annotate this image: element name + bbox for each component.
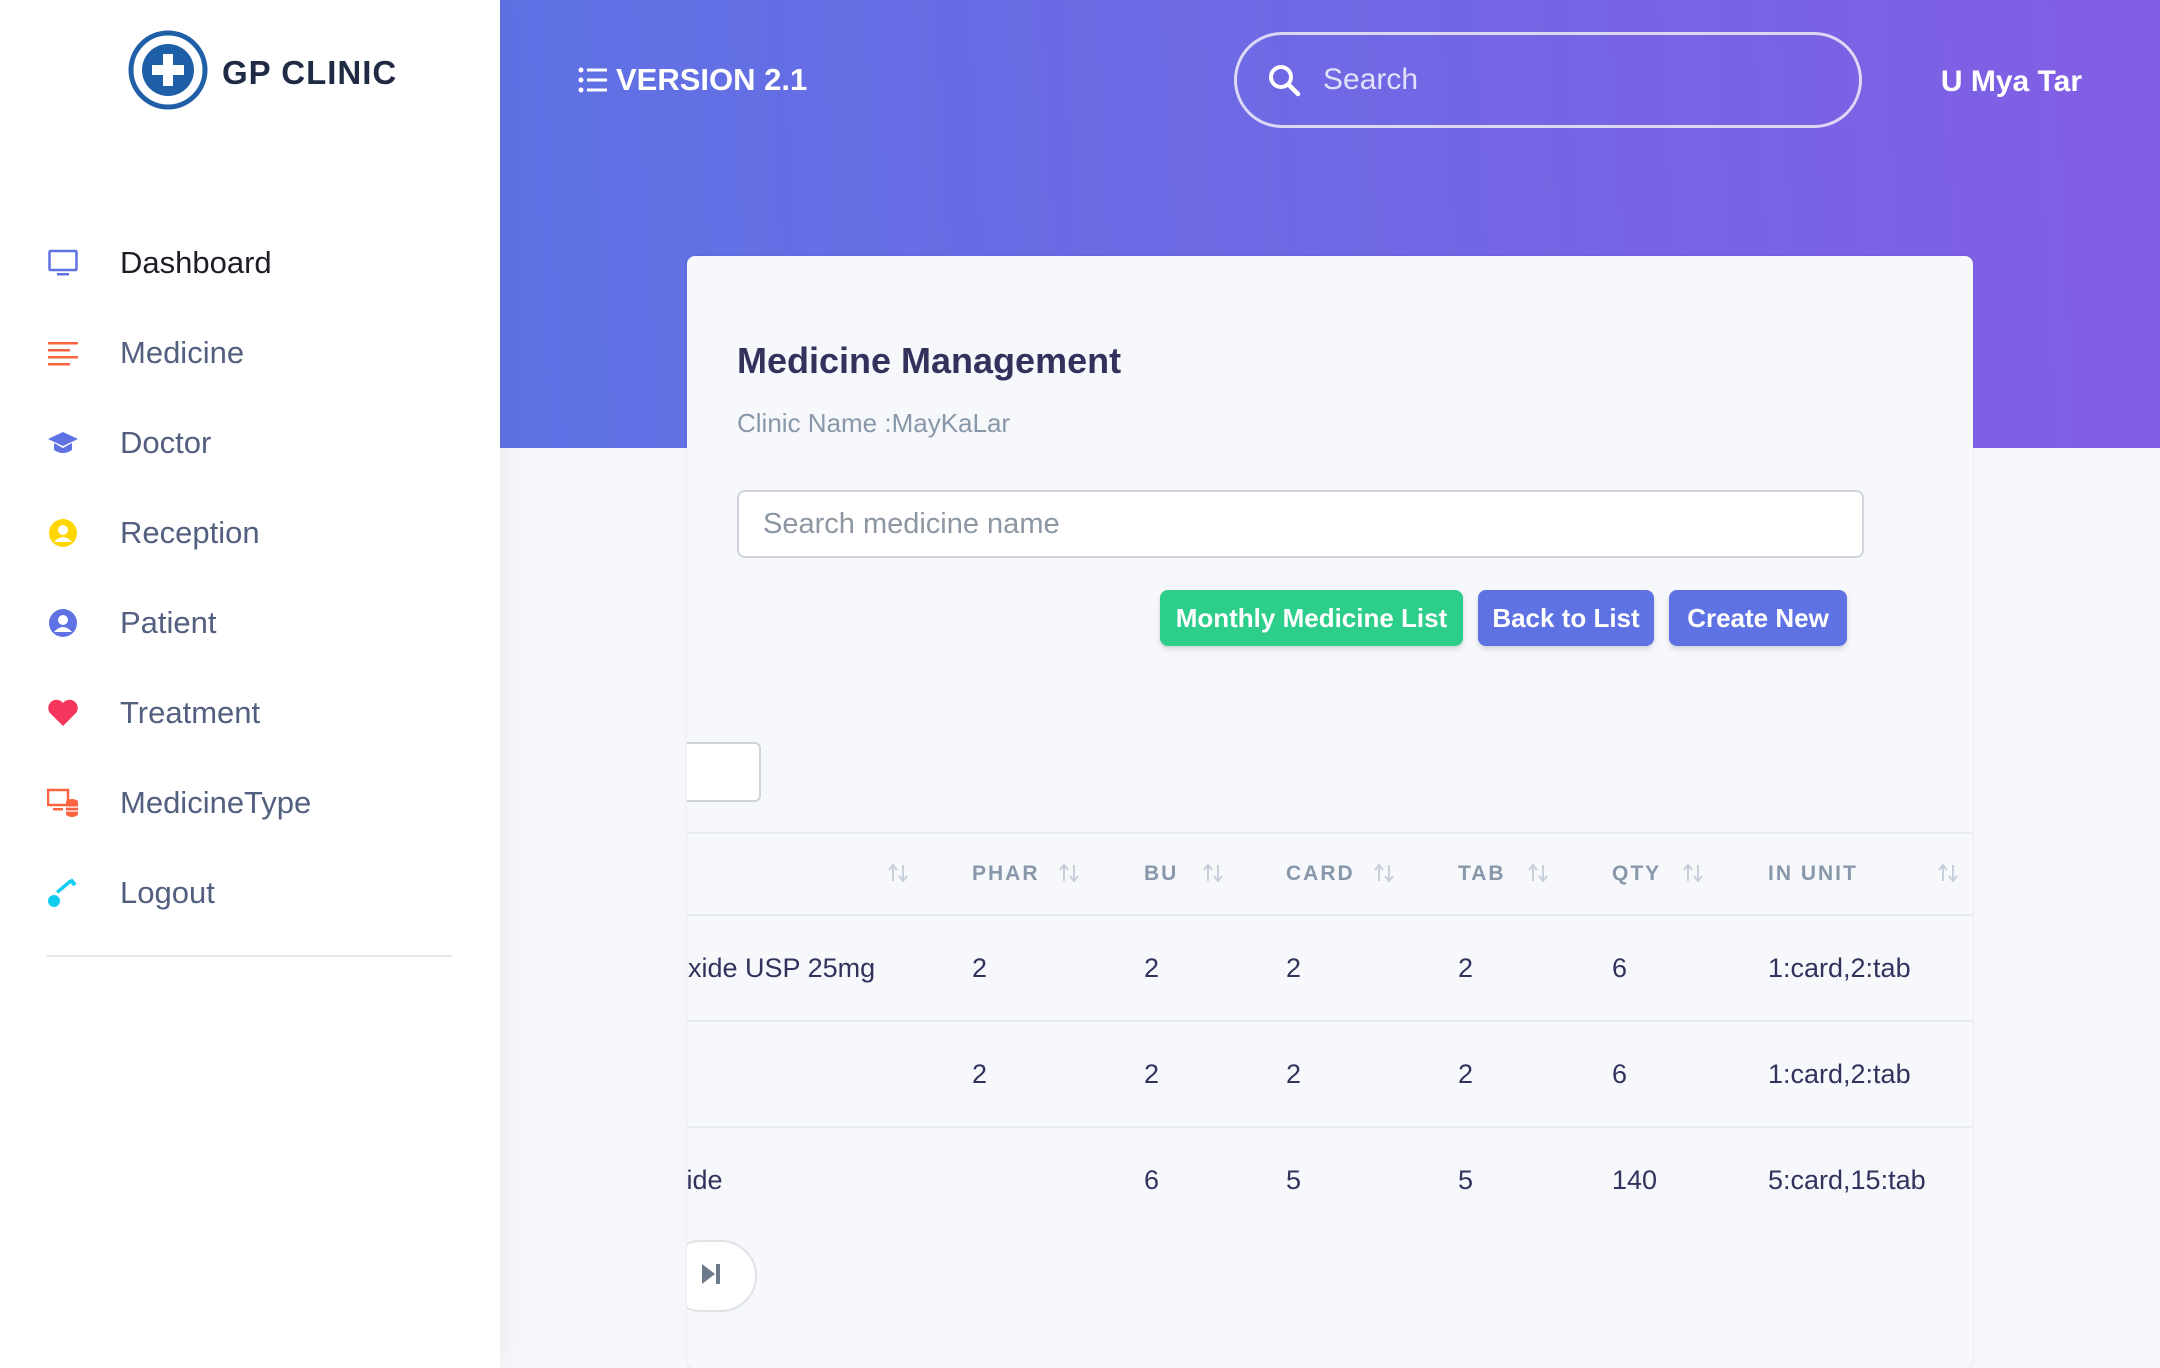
sort-icon[interactable] [1682,862,1704,884]
sidebar-item-dashboard[interactable]: Dashboard [0,218,500,308]
sort-icon[interactable] [1527,862,1549,884]
cell-in-unit: 1:card,2:tab [1768,1058,1911,1089]
table-row[interactable]: oxide USP 25mg 2 2 2 2 6 1:card,2:tab [687,916,1973,1022]
table-row[interactable]: xide 6 5 5 140 5:card,15:tab [687,1128,1973,1232]
pagination-last-button[interactable] [687,1240,757,1312]
database-screen-icon [46,786,80,820]
sort-icon[interactable] [887,862,909,884]
sort-icon[interactable] [1202,862,1224,884]
monitor-icon [46,246,80,280]
table-filter-input[interactable] [687,742,761,802]
sidebar-item-label: MedicineType [120,785,312,820]
cell-bu: 2 [1144,952,1160,983]
cell-bu: 6 [1144,1164,1160,1195]
column-header-phar[interactable]: PHAR [972,834,1040,914]
clinic-name: Clinic Name :MayKaLar [737,408,1011,438]
cell-tab: 2 [1458,952,1474,983]
version-label[interactable]: VERSION 2.1 [578,62,807,98]
create-new-button[interactable]: Create New [1669,590,1847,646]
brand-logo[interactable]: GP CLINIC [128,30,397,115]
sidebar-item-medicine[interactable]: Medicine [0,308,500,398]
sidebar-item-label: Reception [120,515,260,550]
sidebar-nav: Dashboard Medicine Doctor Reception Pati… [0,218,500,938]
cell-qty: 140 [1612,1164,1658,1195]
sidebar-item-label: Logout [120,875,215,910]
cell-tab: 5 [1458,1164,1474,1195]
sort-icon[interactable] [1058,862,1080,884]
sidebar-divider [47,955,452,957]
sidebar-item-label: Treatment [120,695,261,730]
back-to-list-button[interactable]: Back to List [1478,590,1654,646]
cell-phar: 2 [972,952,988,983]
sidebar-item-label: Doctor [120,425,212,460]
column-header-bu[interactable]: BU [1144,834,1178,914]
table-row[interactable]: 2 2 2 2 6 1:card,2:tab [687,1022,1973,1128]
cell-tab: 2 [1458,1058,1474,1089]
cell-card: 5 [1286,1164,1302,1195]
sidebar-item-reception[interactable]: Reception [0,488,500,578]
header-search[interactable] [1234,32,1862,128]
skip-forward-icon [699,1261,723,1292]
version-text: VERSION 2.1 [616,62,808,97]
sidebar-item-medicinetype[interactable]: MedicineType [0,758,500,848]
user-circle-icon [46,606,80,640]
sort-icon[interactable] [1373,862,1395,884]
medical-cross-logo-icon [128,30,208,115]
user-circle-icon [46,516,80,550]
sidebar-item-label: Dashboard [120,245,272,280]
table-header: PHAR BU CARD TAB QTY IN UNIT [687,832,1973,916]
cell-card: 2 [1286,1058,1302,1089]
cell-qty: 6 [1612,952,1628,983]
sidebar: GP CLINIC Dashboard Medicine Doctor Rece… [0,0,500,1368]
graduation-cap-icon [46,426,80,460]
cell-name: oxide USP 25mg [687,952,876,983]
sidebar-item-logout[interactable]: Logout [0,848,500,938]
cell-bu: 2 [1144,1058,1160,1089]
brand-name: GP CLINIC [222,53,398,91]
page-title: Medicine Management [737,340,1122,381]
user-menu[interactable]: U Mya Tar [1941,65,2082,99]
cell-in-unit: 1:card,2:tab [1768,952,1911,983]
list-menu-icon [578,66,608,94]
medicine-management-card: Medicine Management Clinic Name :MayKaLa… [687,256,1973,1368]
cell-card: 2 [1286,952,1302,983]
sidebar-item-doctor[interactable]: Doctor [0,398,500,488]
sidebar-item-label: Medicine [120,335,245,370]
column-header-qty[interactable]: QTY [1612,834,1661,914]
sidebar-item-treatment[interactable]: Treatment [0,668,500,758]
heart-icon [46,696,80,730]
cell-name: xide [687,1164,723,1195]
sidebar-item-patient[interactable]: Patient [0,578,500,668]
column-header-in-unit[interactable]: IN UNIT [1768,834,1858,914]
monthly-medicine-list-button[interactable]: Monthly Medicine List [1160,590,1463,646]
column-header-tab[interactable]: TAB [1458,834,1506,914]
medicine-search-input[interactable] [737,490,1864,558]
search-icon [1267,63,1301,97]
cell-in-unit: 5:card,15:tab [1768,1164,1926,1195]
sidebar-item-label: Patient [120,605,217,640]
column-header-card[interactable]: CARD [1286,834,1355,914]
key-icon [46,876,80,910]
list-lines-icon [46,336,80,370]
medicine-table: PHAR BU CARD TAB QTY IN UNIT oxide USP 2… [687,832,1973,1232]
cell-phar: 2 [972,1058,988,1089]
header-search-input[interactable] [1321,62,1825,98]
sort-icon[interactable] [1937,862,1959,884]
cell-qty: 6 [1612,1058,1628,1089]
